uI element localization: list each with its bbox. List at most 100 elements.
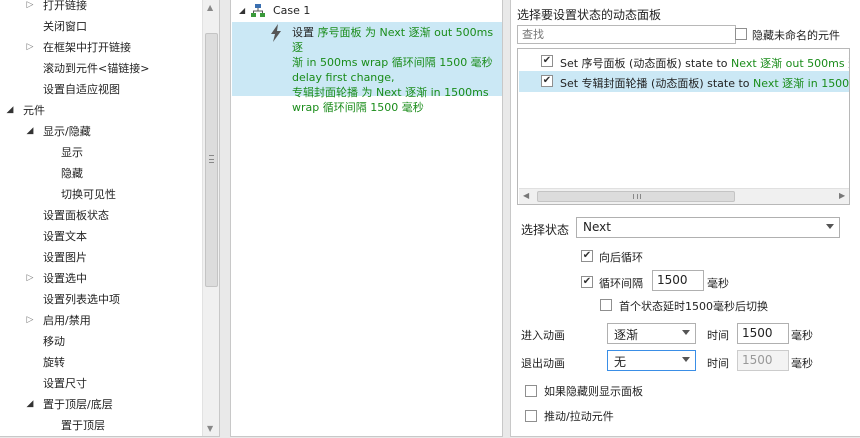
interval-label: 循环间隔 xyxy=(599,277,643,290)
first-delay-checkbox[interactable] xyxy=(600,299,612,311)
tree-item-label: 切换可见性 xyxy=(61,188,116,201)
tree-item-label: 滚动到元件<锚链接> xyxy=(43,62,150,75)
tree-item-label: 设置选中 xyxy=(43,272,87,285)
tree-item-label: 设置图片 xyxy=(43,251,87,264)
tree-item-label: 置于顶层 xyxy=(61,419,105,432)
tree-item-label: 旋转 xyxy=(43,356,65,369)
tree-item-label: 显示/隐藏 xyxy=(43,125,91,138)
exit-time-label: 时间 xyxy=(707,357,729,370)
tree-item[interactable]: 置于顶层 xyxy=(0,415,200,436)
tree-item-label: 置于顶层/底层 xyxy=(43,398,113,411)
wrap-checkbox[interactable]: ✔ xyxy=(581,250,593,262)
tree-item-label: 设置尺寸 xyxy=(43,377,87,390)
tree-item-label: 设置文本 xyxy=(43,230,87,243)
collapsed-icon[interactable]: ▷ xyxy=(25,310,35,331)
grip-icon xyxy=(633,194,641,199)
push-pull-label: 推动/拉动元件 xyxy=(544,410,614,423)
push-pull-checkbox[interactable] xyxy=(525,410,537,422)
tree-item[interactable]: 设置自适应视图 xyxy=(0,79,200,100)
tree-item[interactable]: ▷ 在框架中打开链接 xyxy=(0,37,200,58)
lightning-icon xyxy=(271,24,281,42)
tree-item[interactable]: 隐藏 xyxy=(0,163,200,184)
list-scrollbar-thumb[interactable] xyxy=(537,191,735,202)
tree-item-label: 设置自适应视图 xyxy=(43,83,120,96)
show-if-hidden-label: 如果隐藏则显示面板 xyxy=(544,385,643,398)
case-label: Case 1 xyxy=(273,4,311,17)
interval-checkbox[interactable]: ✔ xyxy=(581,276,593,288)
collapsed-icon[interactable]: ▷ xyxy=(25,0,35,16)
tree-item[interactable]: 设置面板状态 xyxy=(0,205,200,226)
grip-icon xyxy=(209,155,214,163)
action-item[interactable]: 设置 序号面板 为 Next 逐渐 out 500ms 逐 渐 in 500ms… xyxy=(232,22,502,114)
list-item-checkbox[interactable]: ✔ xyxy=(541,55,553,67)
tree-scrollbar-thumb[interactable] xyxy=(205,33,218,287)
tree-item-label: 启用/禁用 xyxy=(43,314,91,327)
action-description: 设置 序号面板 为 Next 逐渐 out 500ms 逐 渐 in 500ms… xyxy=(292,26,494,114)
list-item[interactable]: ✔ Set 序号面板 (动态面板) state to Next 逐渐 out 5… xyxy=(519,51,849,72)
tree-item[interactable]: 设置图片 xyxy=(0,247,200,268)
tree-scrollbar[interactable]: ▲ ▼ xyxy=(202,0,219,436)
tree-item[interactable]: 切换可见性 xyxy=(0,184,200,205)
tree-item-label: 关闭窗口 xyxy=(43,20,87,33)
enter-time-input[interactable]: 1500 xyxy=(737,323,789,344)
scroll-down-icon[interactable]: ▼ xyxy=(207,424,213,433)
exit-time-unit: 毫秒 xyxy=(791,357,813,370)
search-input[interactable] xyxy=(517,25,736,44)
scroll-up-icon[interactable]: ▲ xyxy=(207,3,213,12)
tree-item[interactable]: 显示 xyxy=(0,142,200,163)
list-item[interactable]: ✔ Set 专辑封面轮播 (动态面板) state to Next 逐渐 in … xyxy=(519,71,849,92)
tree-item-label: 打开链接 xyxy=(43,0,87,12)
state-label: 选择状态 xyxy=(521,223,570,237)
tree-item-label: 在框架中打开链接 xyxy=(43,41,131,54)
tree-item-label: 移动 xyxy=(43,335,65,348)
tree-item-label: 隐藏 xyxy=(61,167,83,180)
expanded-icon[interactable]: ◢ xyxy=(25,394,35,415)
hide-unnamed-checkbox[interactable] xyxy=(735,28,747,40)
expanded-icon[interactable]: ◢ xyxy=(25,121,35,142)
tree-item[interactable]: 设置文本 xyxy=(0,226,200,247)
state-select[interactable]: Next xyxy=(576,217,840,238)
tree-item-label: 设置面板状态 xyxy=(43,209,109,222)
chevron-down-icon xyxy=(682,357,690,362)
show-if-hidden-checkbox[interactable] xyxy=(525,385,537,397)
tree-item[interactable]: 旋转 xyxy=(0,352,200,373)
tree-item-label: 显示 xyxy=(61,146,83,159)
tree-item[interactable]: ◢ 显示/隐藏 xyxy=(0,121,200,142)
scroll-right-icon[interactable]: ▶ xyxy=(839,191,845,200)
tree-item[interactable]: 移动 xyxy=(0,331,200,352)
case-row[interactable]: ◢ Case 1 xyxy=(231,0,502,22)
expanded-icon[interactable]: ◢ xyxy=(5,100,15,121)
exit-time-input[interactable]: 1500 xyxy=(737,350,789,371)
tree-item[interactable]: ▷ 打开链接 xyxy=(0,0,200,16)
case-editor-panel: ◢ Case 1 设置 序号面板 为 Next 逐渐 out 500ms 逐 渐… xyxy=(230,0,503,437)
config-panel: 选择要设置状态的动态面板 隐藏未命名的元件 ✔ Set 序号面板 (动态面板) … xyxy=(510,0,860,437)
interval-input[interactable]: 1500 xyxy=(652,270,704,291)
tree-item[interactable]: ◢ 元件 xyxy=(0,100,200,121)
tree-item-label: 元件 xyxy=(23,104,45,117)
panel-title: 选择要设置状态的动态面板 xyxy=(517,8,662,22)
tree-item[interactable]: 设置列表选中项 xyxy=(0,289,200,310)
interval-unit: 毫秒 xyxy=(707,277,729,290)
wrap-label: 向后循环 xyxy=(599,251,643,264)
enter-animation-label: 进入动画 xyxy=(521,329,565,342)
tree-item[interactable]: ◢ 置于顶层/底层 xyxy=(0,394,200,415)
panel-list: ✔ Set 序号面板 (动态面板) state to Next 逐渐 out 5… xyxy=(517,48,850,205)
first-delay-label: 首个状态延时1500毫秒后切换 xyxy=(619,300,768,313)
collapsed-icon[interactable]: ▷ xyxy=(25,268,35,289)
exit-animation-select[interactable]: 无 xyxy=(607,350,696,371)
exit-animation-label: 退出动画 xyxy=(521,357,565,370)
scroll-left-icon[interactable]: ◀ xyxy=(523,191,529,200)
list-scrollbar[interactable]: ◀ ▶ xyxy=(519,188,849,204)
tree-item[interactable]: 关闭窗口 xyxy=(0,16,200,37)
collapse-icon[interactable]: ◢ xyxy=(239,6,245,15)
list-item-checkbox[interactable]: ✔ xyxy=(541,75,553,87)
chevron-down-icon xyxy=(826,224,834,229)
enter-animation-select[interactable]: 逐渐 xyxy=(607,323,696,344)
tree-item-label: 设置列表选中项 xyxy=(43,293,120,306)
tree-item[interactable]: 设置尺寸 xyxy=(0,373,200,394)
tree-item[interactable]: ▷ 设置选中 xyxy=(0,268,200,289)
action-tree-panel: ▷ 打开链接关闭窗口 ▷ 在框架中打开链接滚动到元件<锚链接> 设置自适应视图 ◢ 元件 ◢ 显… xyxy=(0,0,220,437)
tree-item[interactable]: ▷ 启用/禁用 xyxy=(0,310,200,331)
collapsed-icon[interactable]: ▷ xyxy=(25,37,35,58)
tree-item[interactable]: 滚动到元件<锚链接> xyxy=(0,58,200,79)
